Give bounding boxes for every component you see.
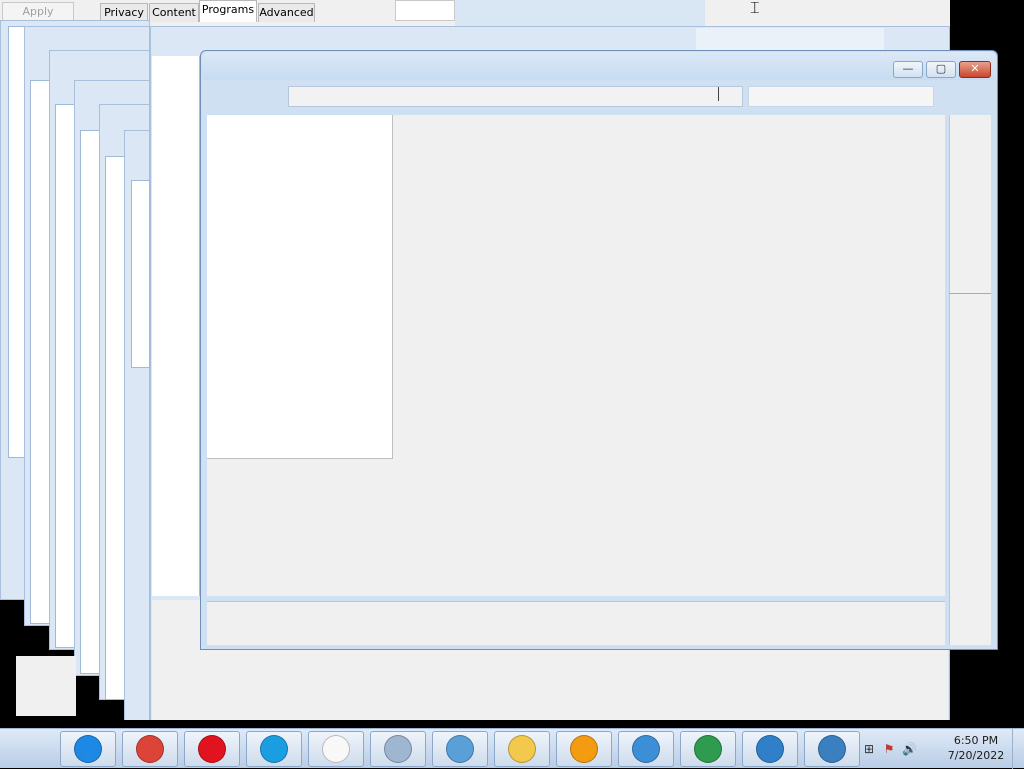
taskbar-button-edge[interactable]: [246, 731, 302, 767]
taskbar-button-folder[interactable]: [494, 731, 550, 767]
dialog-field[interactable]: [395, 0, 455, 21]
show-desktop-button[interactable]: [1012, 729, 1024, 769]
background-window-strip: [455, 0, 705, 28]
text-cursor-icon: ⌶: [750, 0, 760, 17]
apply-button[interactable]: Apply: [2, 2, 74, 22]
volume-icon[interactable]: 🔊: [902, 742, 917, 756]
virtual-pc-icon: [818, 735, 846, 763]
ghost-fragment: [16, 656, 76, 716]
taskbar-button-control-panel[interactable]: [618, 731, 674, 767]
clock-date: 7/20/2022: [947, 749, 1005, 762]
search-box[interactable]: [748, 86, 934, 107]
remote-desktop-icon: [756, 735, 784, 763]
taskbar-button-internet-options[interactable]: [680, 731, 736, 767]
details-pane: [207, 601, 945, 645]
edge-icon: [260, 735, 288, 763]
taskbar-button-notepad[interactable]: [308, 731, 364, 767]
media-icon: [446, 735, 474, 763]
taskbar-button-chrome[interactable]: [122, 731, 178, 767]
maximize-button[interactable]: ▢: [926, 61, 956, 78]
taskbar-button-calculator[interactable]: [370, 731, 426, 767]
minimize-icon: —: [902, 62, 914, 75]
notepad-icon: [322, 735, 350, 763]
folder-icon: [508, 735, 536, 763]
taskbar-button-virtual-pc[interactable]: [804, 731, 860, 767]
ghost-window-large-search: [696, 28, 884, 50]
tab-content[interactable]: Content: [149, 3, 199, 22]
taskbar: ⊞ ⚑ 🔊 6:50 PM 7/20/2022: [0, 728, 1024, 769]
taskbar-button-opera[interactable]: [184, 731, 240, 767]
main-window: — ▢ ✕: [200, 50, 998, 650]
maximize-icon: ▢: [935, 62, 947, 75]
title-bar[interactable]: [202, 52, 996, 80]
calculator-icon: [384, 735, 412, 763]
navigation-pane[interactable]: [207, 115, 393, 459]
close-button[interactable]: ✕: [959, 61, 991, 78]
close-icon: ✕: [970, 62, 980, 75]
right-pane: [949, 115, 991, 645]
media-player-icon: [570, 735, 598, 763]
tab-programs[interactable]: Programs: [199, 0, 257, 22]
address-bar[interactable]: [288, 86, 743, 107]
taskbar-button-media[interactable]: [432, 731, 488, 767]
desktop-gap: [0, 720, 1024, 728]
opera-icon: [198, 735, 226, 763]
ghost-window-6-body: [131, 180, 150, 368]
ghost-window-large-left: [152, 56, 200, 596]
right-pane-divider: [949, 293, 991, 294]
network-icon[interactable]: ⊞: [862, 742, 876, 756]
taskbar-button-remote-desktop[interactable]: [742, 731, 798, 767]
chrome-icon: [136, 735, 164, 763]
clock[interactable]: 6:50 PM 7/20/2022: [940, 733, 1012, 765]
control-panel-icon: [632, 735, 660, 763]
minimize-button[interactable]: —: [893, 61, 923, 78]
tab-advanced[interactable]: Advanced: [258, 3, 315, 22]
clock-time: 6:50 PM: [953, 734, 999, 747]
taskbar-button-media-player[interactable]: [556, 731, 612, 767]
action-center-icon[interactable]: ⚑: [882, 742, 896, 756]
taskbar-button-ie[interactable]: [60, 731, 116, 767]
ie-icon: [74, 735, 102, 763]
system-tray: ⊞ ⚑ 🔊: [862, 731, 950, 767]
text-caret: [718, 87, 719, 101]
internet-options-icon: [694, 735, 722, 763]
